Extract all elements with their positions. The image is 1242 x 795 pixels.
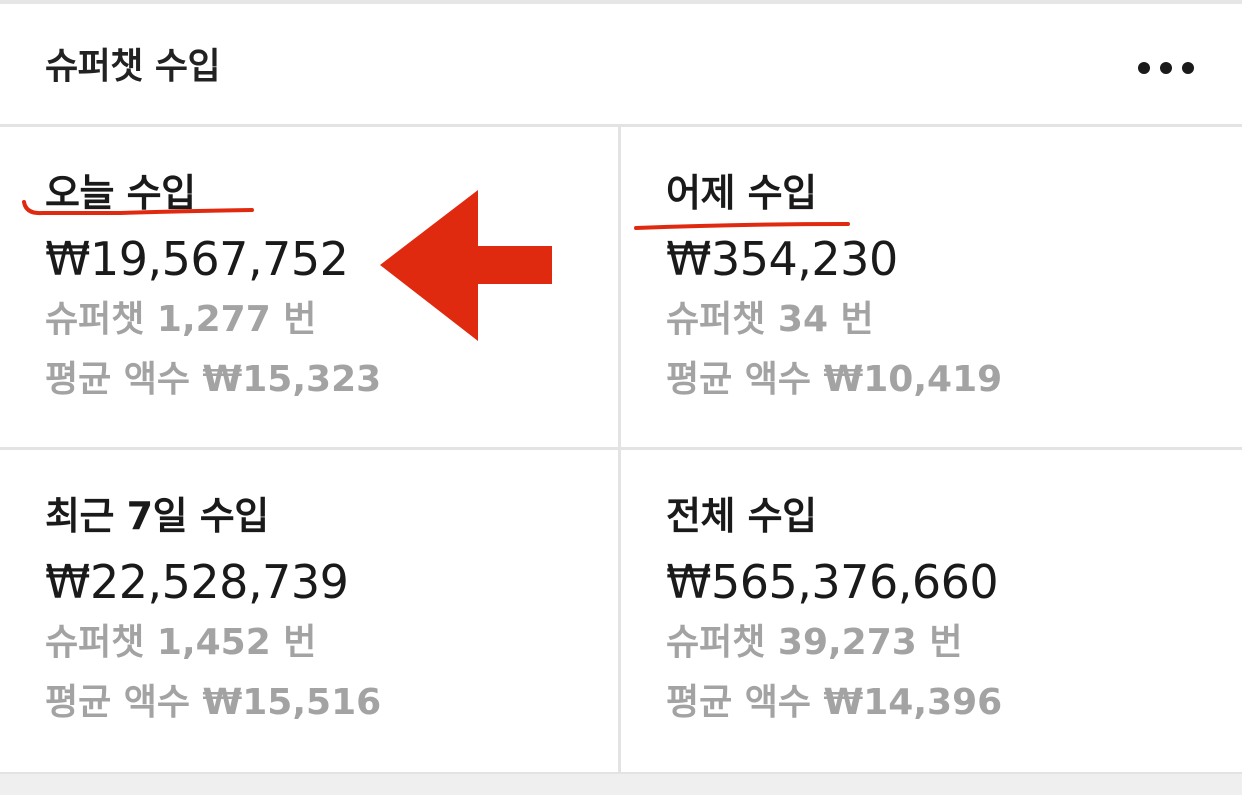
card-superchat-count: 슈퍼챗 1,277 번 xyxy=(45,299,317,340)
more-options-button[interactable] xyxy=(1126,48,1206,88)
more-dot-icon xyxy=(1138,62,1150,74)
income-card-today: 오늘 수입 ₩19,567,752 슈퍼챗 1,277 번 평균 액수 ₩15,… xyxy=(0,127,618,447)
bottom-separator xyxy=(0,772,1242,795)
card-label: 어제 수입 xyxy=(666,171,817,215)
more-dot-icon xyxy=(1160,62,1172,74)
card-superchat-count: 슈퍼챗 34 번 xyxy=(666,299,874,340)
card-label: 전체 수입 xyxy=(666,494,817,538)
card-amount: ₩354,230 xyxy=(666,232,898,286)
card-amount: ₩565,376,660 xyxy=(666,555,999,609)
card-superchat-count: 슈퍼챗 1,452 번 xyxy=(45,622,317,663)
card-label: 오늘 수입 xyxy=(45,171,196,215)
more-dot-icon xyxy=(1182,62,1194,74)
card-label: 최근 7일 수입 xyxy=(45,494,269,538)
card-average-amount: 평균 액수 ₩10,419 xyxy=(666,359,1003,400)
page-title: 슈퍼챗 수입 xyxy=(45,46,221,87)
card-amount: ₩22,528,739 xyxy=(45,555,349,609)
card-average-amount: 평균 액수 ₩14,396 xyxy=(666,682,1003,723)
horizontal-divider xyxy=(0,447,1242,450)
card-amount: ₩19,567,752 xyxy=(45,232,349,286)
income-card-yesterday: 어제 수입 ₩354,230 슈퍼챗 34 번 평균 액수 ₩10,419 xyxy=(621,127,1239,447)
card-superchat-count: 슈퍼챗 39,273 번 xyxy=(666,622,963,663)
income-grid: 오늘 수입 ₩19,567,752 슈퍼챗 1,277 번 평균 액수 ₩15,… xyxy=(0,127,1242,772)
income-card-last-7-days: 최근 7일 수입 ₩22,528,739 슈퍼챗 1,452 번 평균 액수 ₩… xyxy=(0,450,618,770)
income-card-total: 전체 수입 ₩565,376,660 슈퍼챗 39,273 번 평균 액수 ₩1… xyxy=(621,450,1239,770)
card-average-amount: 평균 액수 ₩15,516 xyxy=(45,682,382,723)
card-average-amount: 평균 액수 ₩15,323 xyxy=(45,359,382,400)
superchat-income-header: 슈퍼챗 수입 xyxy=(0,4,1242,127)
